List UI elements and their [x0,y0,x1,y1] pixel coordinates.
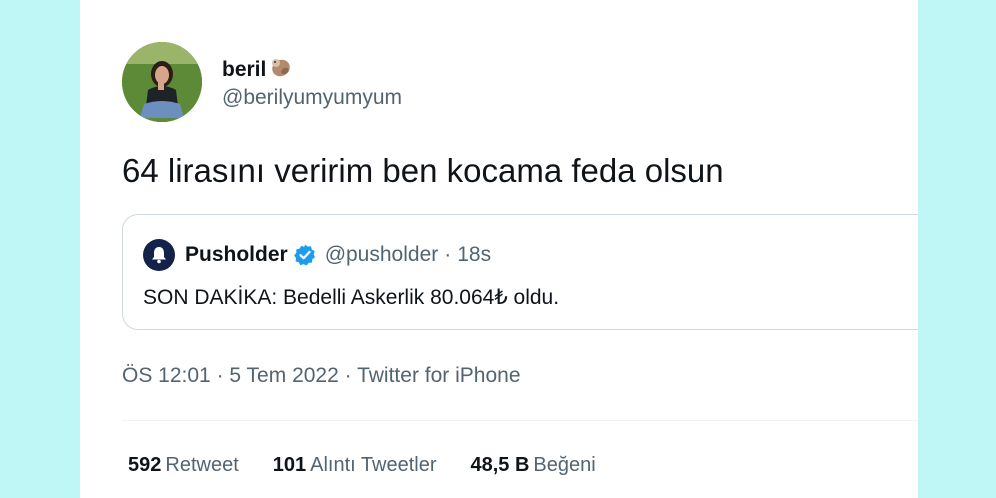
tweet-source[interactable]: Twitter for iPhone [357,364,520,387]
retweets-stat[interactable]: 592 Retweet [128,454,239,477]
page: beril @berilyumyumyum 64 lirasını veriri… [0,0,996,498]
quotes-stat[interactable]: 101 Alıntı Tweetler [273,454,437,477]
tweet-card: beril @berilyumyumyum 64 lirasını veriri… [80,0,918,498]
quoted-tweet-header: Pusholder @pusholder · 18s [143,239,491,271]
tweet-time[interactable]: ÖS 12:01 [122,364,211,387]
quoted-tweet-time[interactable]: 18s [457,243,491,267]
divider [122,420,918,421]
tweet-meta: ÖS 12:01 · 5 Tem 2022 · Twitter for iPho… [122,364,521,388]
quoted-tweet-text: SON DAKİKA: Bedelli Askerlik 80.064₺ old… [143,286,560,309]
quoted-separator: · [444,243,452,266]
quotes-count: 101 [272,454,307,476]
bell-icon [143,239,175,271]
retweets-label: Retweet [165,454,239,476]
tweet-text: 64 lirasını veririm ben kocama feda olsu… [122,152,724,189]
tweet-stats: 592 Retweet 101 Alıntı Tweetler 48,5 B Beğe… [128,454,596,477]
retweets-count: 592 [128,454,162,476]
verified-badge-icon [293,243,317,267]
meta-separator: · [344,364,352,387]
meta-separator: · [216,364,224,387]
quoted-author-name[interactable]: Pusholder [185,243,288,267]
quotes-label: Alıntı Tweetler [310,454,437,476]
username[interactable]: @berilyumyumyum [222,86,402,110]
tweet-date[interactable]: 5 Tem 2022 [229,364,338,387]
quoted-tweet[interactable]: Pusholder @pusholder · 18s SON DAKİKA: B… [122,214,918,330]
display-name-text: beril [222,58,267,81]
otter-emoji-icon [268,55,294,85]
avatar[interactable] [122,42,202,122]
likes-count: 48,5 B [470,454,530,476]
quoted-author-handle[interactable]: @pusholder [325,243,439,267]
likes-stat[interactable]: 48,5 B Beğeni [470,454,595,477]
likes-label: Beğeni [533,454,596,476]
display-name[interactable]: beril [222,55,294,85]
avatar-photo [122,42,202,122]
